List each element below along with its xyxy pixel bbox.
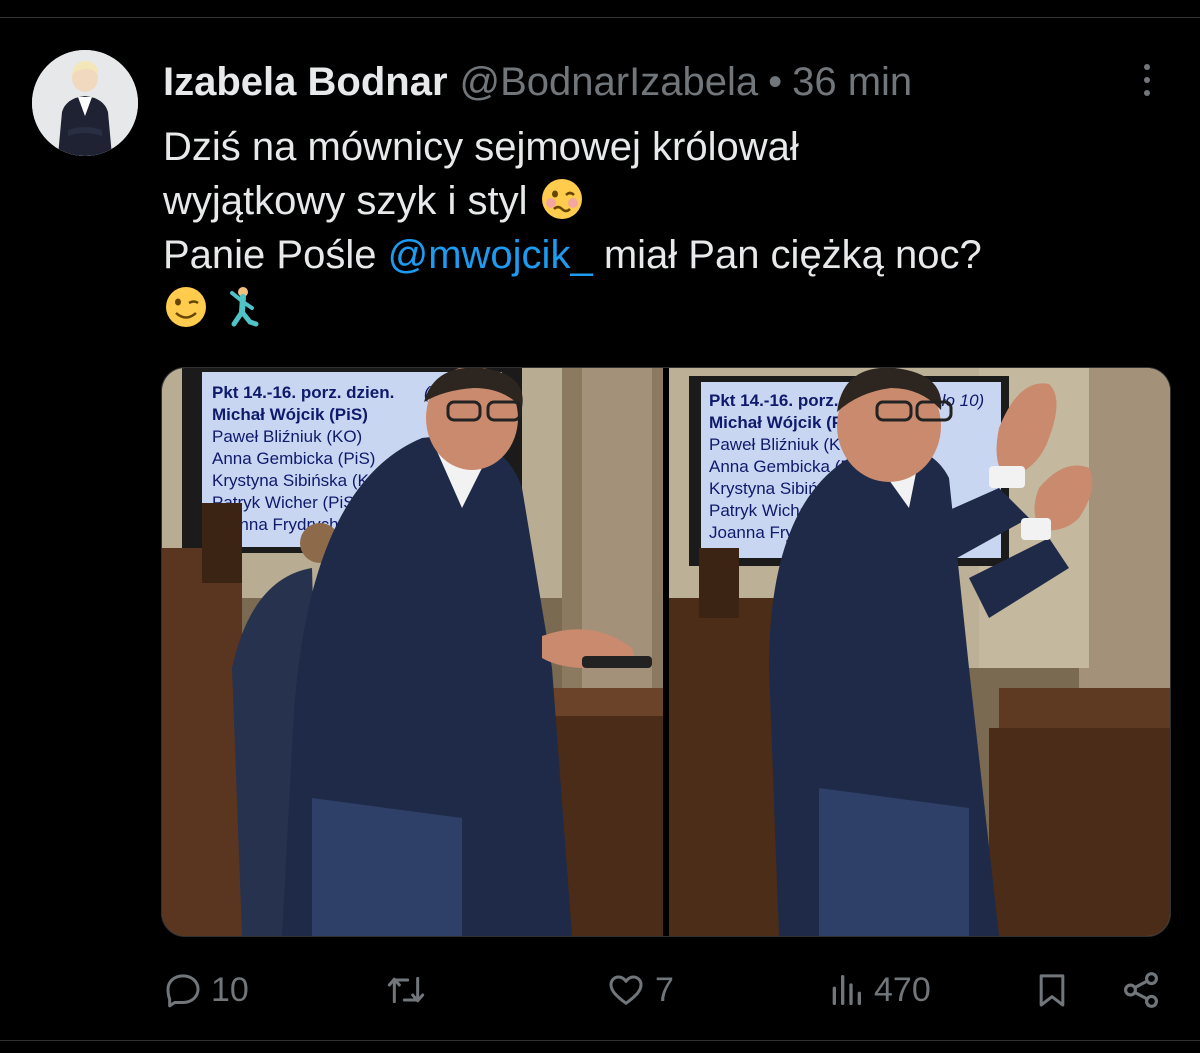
- tweet-text-line-4: [163, 282, 1163, 336]
- tweet-text: Dziś na mównicy sejmowej królował wyjątk…: [163, 120, 1163, 336]
- photo-1-screen-line-1: Pkt 14.-16. porz. dzien.: [212, 383, 394, 402]
- divider-top: [0, 17, 1200, 18]
- photo-1-screen-line-2: Michał Wójcik (PiS): [212, 405, 368, 424]
- bookmark-icon: [1039, 974, 1065, 1007]
- media-grid: Pkt 14.-16. porz. dzien. (poz Michał Wój…: [161, 367, 1171, 937]
- photo-2-screen-line-7: Joanna Fry: [709, 523, 795, 542]
- photo-1-image: Pkt 14.-16. porz. dzien. (poz Michał Wój…: [162, 368, 663, 936]
- reply-button[interactable]: 10: [163, 960, 249, 1020]
- author-handle[interactable]: @BodnarIzabela: [460, 60, 759, 105]
- like-count: 7: [655, 970, 674, 1009]
- author-name[interactable]: Izabela Bodnar: [163, 60, 448, 105]
- tweet-card[interactable]: Izabela Bodnar @BodnarIzabela • 36 min D…: [0, 0, 1200, 1053]
- repost-icon: [387, 976, 425, 1004]
- mention-link[interactable]: @mwojcik_: [388, 233, 593, 277]
- photo-1[interactable]: Pkt 14.-16. porz. dzien. (poz Michał Wój…: [162, 368, 663, 936]
- views-icon: [832, 975, 861, 1005]
- photo-1-screen-line-3: Paweł Bliźniuk (KO): [212, 427, 362, 446]
- tweet-text-line-3-suffix: miał Pan ciężką noc?: [603, 233, 982, 277]
- avatar-portrait-image: [32, 50, 138, 156]
- man-dancing-icon: [230, 287, 259, 327]
- tweet-text-line-2-text: wyjątkowy szyk i styl: [163, 179, 528, 223]
- share-button[interactable]: [1120, 960, 1162, 1020]
- action-bar: 10 7 470: [0, 960, 1200, 1020]
- winking-face-icon: [166, 287, 206, 327]
- separator-dot: •: [768, 59, 783, 104]
- views-button[interactable]: 470: [826, 960, 931, 1020]
- tweet-header: Izabela Bodnar @BodnarIzabela • 36 min: [163, 54, 912, 110]
- avatar[interactable]: [32, 50, 138, 156]
- tweet-text-line-1: Dziś na mównicy sejmowej królował: [163, 125, 799, 169]
- tweet-text-line-2: wyjątkowy szyk i styl: [163, 174, 1163, 228]
- tweet-text-line-3: Panie Pośle @mwojcik_ miał Pan ciężką no…: [163, 228, 1163, 282]
- divider-bottom: [0, 1040, 1200, 1041]
- heart-icon: [609, 975, 643, 1005]
- photo-2[interactable]: Pkt 14.-16. porz. dz stało 10) Michał Wó…: [669, 368, 1170, 936]
- tweet-text-line-3-prefix: Panie Pośle: [163, 233, 377, 277]
- more-icon[interactable]: [1130, 58, 1164, 102]
- reply-icon: [166, 974, 200, 1008]
- reply-count: 10: [211, 970, 249, 1009]
- photo-2-screen-line-2: Michał Wójcik (PiS: [709, 413, 859, 432]
- photo-2-image: Pkt 14.-16. porz. dz stało 10) Michał Wó…: [669, 368, 1170, 936]
- photo-1-screen-line-4: Anna Gembicka (PiS): [212, 449, 375, 468]
- views-count: 470: [874, 970, 931, 1009]
- woozy-face-icon: [541, 179, 582, 219]
- timestamp[interactable]: 36 min: [792, 60, 912, 105]
- photo-2-screen-line-3: Paweł Bliźniuk (KO: [709, 435, 854, 454]
- bookmark-button[interactable]: [1032, 960, 1072, 1020]
- repost-button[interactable]: [384, 960, 436, 1020]
- share-icon: [1124, 972, 1158, 1008]
- like-button[interactable]: 7: [605, 960, 674, 1020]
